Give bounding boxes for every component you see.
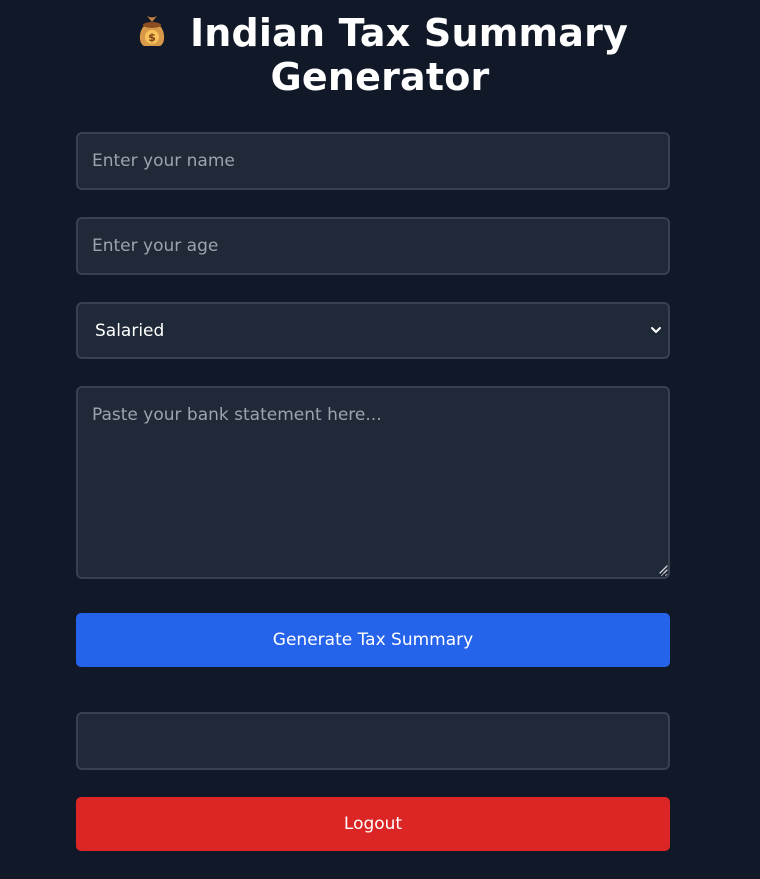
employment-type-select[interactable]: Salaried [76, 302, 670, 359]
age-input[interactable] [76, 217, 670, 275]
tax-summary-output-field[interactable] [76, 712, 670, 770]
employment-type-selected-value: Salaried [95, 321, 165, 341]
page-title-line-one: $ Indian Tax Summary [0, 10, 760, 55]
page-title: $ Indian Tax Summary Generator [0, 0, 760, 99]
chevron-down-icon [651, 327, 661, 333]
bank-statement-textarea[interactable] [76, 386, 670, 579]
money-bag-icon: $ [139, 16, 165, 46]
generate-tax-summary-button[interactable]: Generate Tax Summary [76, 613, 670, 667]
tax-summary-page: $ Indian Tax Summary Generator Salaried … [0, 0, 760, 879]
page-title-text-line-two: Generator [270, 55, 490, 99]
svg-text:$: $ [148, 31, 156, 44]
page-title-text-line-one: Indian Tax Summary [189, 11, 629, 55]
name-input[interactable] [76, 132, 670, 190]
resize-handle-icon[interactable] [657, 563, 668, 574]
logout-button[interactable]: Logout [76, 797, 670, 851]
page-header: $ Indian Tax Summary Generator [0, 0, 760, 99]
